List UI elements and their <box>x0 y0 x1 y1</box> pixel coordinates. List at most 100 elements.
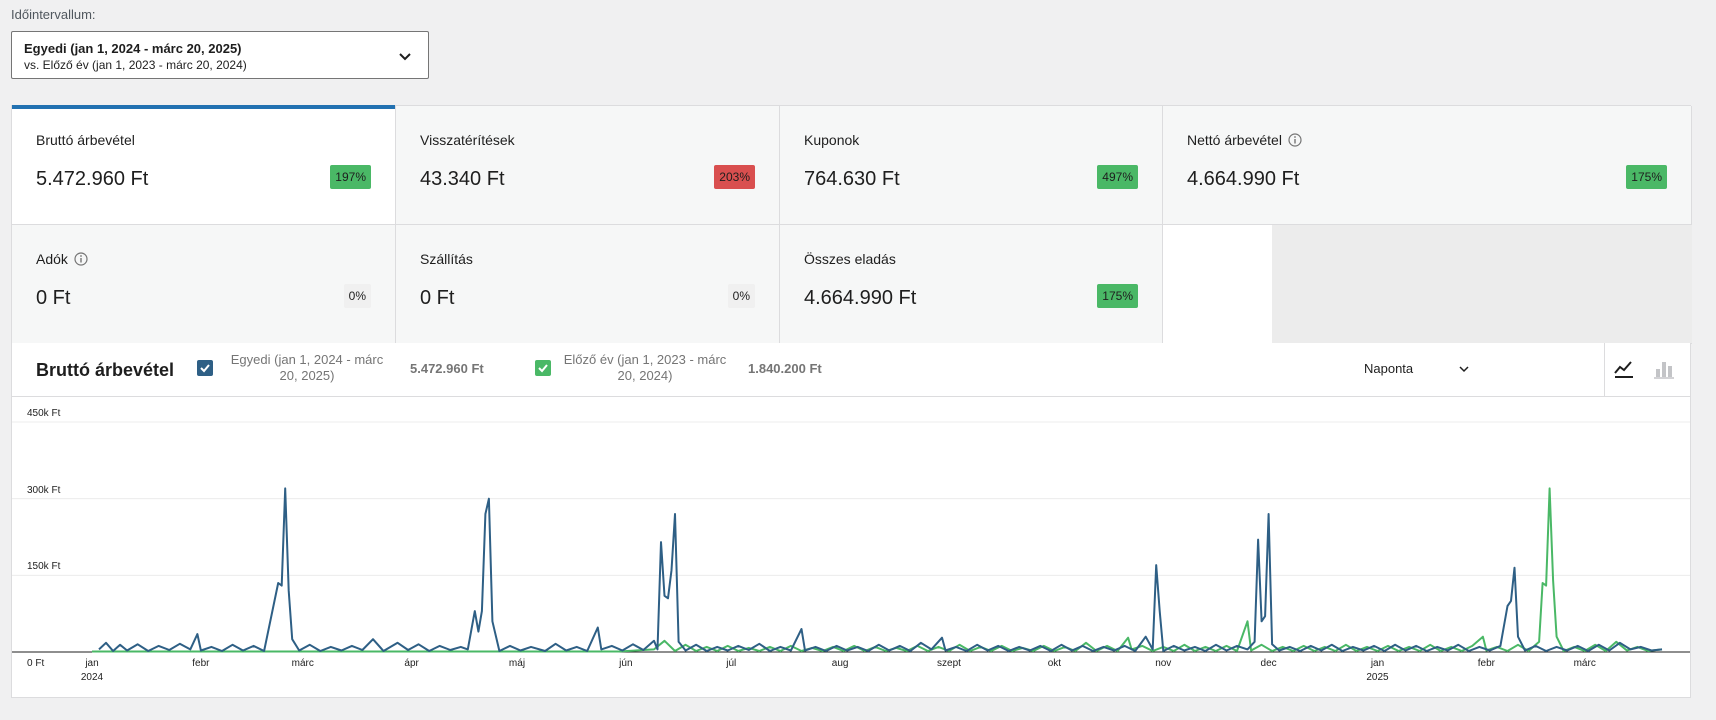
interval-select[interactable]: Naponta <box>1364 343 1605 396</box>
stat-label-text: Szállítás <box>420 251 473 267</box>
series-line-previous <box>92 487 1663 653</box>
x-tick-label: okt <box>1048 658 1061 669</box>
legend-total-previous: 1.840.200 Ft <box>748 360 822 376</box>
check-icon <box>200 364 210 373</box>
x-tick-month: jan <box>1370 658 1385 669</box>
x-tick-month: márc <box>1573 658 1596 669</box>
stat-delta-badge: 0% <box>343 284 371 308</box>
stat-tile[interactable]: Kuponok 764.630 Ft 497% <box>780 106 1163 225</box>
legend-checkbox-previous[interactable] <box>535 360 551 376</box>
stat-value: 0 Ft <box>420 287 455 309</box>
stat-tile[interactable]: Adók 0 Ft 0% <box>12 225 396 344</box>
chart-area: 0 Ft 150k Ft 300k Ft 450k Ft jan 2024 febr márc… <box>12 397 1690 697</box>
legend-label-previous: Előző év (jan 1, 2023 - márc 20, 2024) <box>563 352 727 383</box>
empty-tile <box>1272 225 1692 344</box>
legend-label-current: Egyedi (jan 1, 2024 - márc 20, 2025) <box>230 352 384 383</box>
stat-label-text: Kuponok <box>804 132 860 148</box>
stat-tile[interactable]: Nettó árbevétel 4.664.990 Ft 175% <box>1163 106 1692 225</box>
legend-item-previous[interactable]: Előző év (jan 1, 2023 - márc 20, 2024) 1… <box>535 352 822 384</box>
x-tick-month: febr <box>192 658 210 669</box>
check-icon <box>538 364 548 373</box>
stat-value: 764.630 Ft <box>804 168 900 190</box>
line-chart-icon[interactable] <box>1612 357 1636 381</box>
y-tick-label: 0 Ft <box>27 658 45 669</box>
stat-label: Kuponok <box>804 132 859 148</box>
stat-value: 4.664.990 Ft <box>804 287 917 309</box>
stat-label-text: Bruttó árbevétel <box>36 132 135 148</box>
x-tick-label: szept <box>937 658 961 669</box>
legend-item-current[interactable]: Egyedi (jan 1, 2024 - márc 20, 2025) 5.4… <box>197 352 484 384</box>
x-tick-month: ápr <box>404 658 419 669</box>
y-tick-label: 450k Ft <box>27 408 61 419</box>
x-tick-label: febr <box>1478 658 1495 669</box>
date-range-compare: vs. Előző év (jan 1, 2023 - márc 20, 202… <box>24 58 247 72</box>
x-tick-label: jan 2025 <box>1366 658 1388 683</box>
stat-label: Összes eladás <box>804 251 896 267</box>
x-tick-label: nov <box>1155 658 1171 669</box>
analytics-panel: Bruttó árbevétel 5.472.960 Ft 197% Visszaté… <box>11 105 1692 698</box>
stat-label-text: Adók <box>36 251 68 267</box>
stat-label: Bruttó árbevétel <box>36 132 135 148</box>
x-tick-month: dec <box>1260 658 1277 669</box>
stat-label: Szállítás <box>420 251 473 267</box>
x-tick-month: máj <box>508 658 526 669</box>
x-tick-month: jún <box>619 658 633 669</box>
x-tick-year: 2025 <box>1366 672 1389 683</box>
info-icon[interactable] <box>74 252 88 266</box>
x-tick-month: okt <box>1047 658 1062 669</box>
x-tick-label: dec <box>1261 658 1277 669</box>
stat-value: 0 Ft <box>36 287 71 309</box>
x-tick-label: aug <box>832 658 849 669</box>
chevron-down-icon <box>399 53 411 61</box>
date-range-label: Időintervallum: <box>11 7 96 22</box>
x-tick-label: máj <box>509 658 525 669</box>
series-line-current <box>98 487 1663 652</box>
stat-label-text: Visszatérítések <box>420 132 515 148</box>
legend-checkbox-current[interactable] <box>197 360 213 376</box>
x-tick-label: márc <box>292 658 314 669</box>
stat-delta-badge: 197% <box>330 165 371 189</box>
stat-value: 5.472.960 Ft <box>36 168 149 190</box>
stat-delta-badge: 0% <box>727 284 755 308</box>
chart-header: Bruttó árbevétel Egyedi (jan 1, 2024 - m… <box>12 343 1690 397</box>
stat-tile[interactable]: Bruttó árbevétel 5.472.960 Ft 197% <box>12 105 396 225</box>
stat-delta-badge: 175% <box>1626 165 1667 189</box>
stat-tile[interactable]: Visszatérítések 43.340 Ft 203% <box>396 106 780 225</box>
stat-delta-badge: 203% <box>714 165 755 189</box>
stat-label-text: Összes eladás <box>804 251 896 267</box>
legend-total-current: 5.472.960 Ft <box>410 360 484 376</box>
x-tick-month: szept <box>937 658 961 669</box>
x-tick-label: ápr <box>404 658 418 669</box>
x-tick-month: márc <box>291 658 314 669</box>
y-tick-label: 150k Ft <box>27 561 61 573</box>
stat-label-text: Nettó árbevétel <box>1187 132 1282 148</box>
date-range-selector[interactable]: Egyedi (jan 1, 2024 - márc 20, 2025) vs.… <box>11 31 429 79</box>
stat-value: 4.664.990 Ft <box>1187 168 1300 190</box>
x-tick-month: aug <box>831 658 849 669</box>
chart-title: Bruttó árbevétel <box>36 360 175 380</box>
date-range-primary: Egyedi (jan 1, 2024 - márc 20, 2025) <box>24 41 242 56</box>
stat-label: Nettó árbevétel <box>1187 132 1302 148</box>
x-tick-label: márc <box>1574 658 1596 669</box>
stat-label: Adók <box>36 251 88 267</box>
x-tick-label: júl <box>726 658 736 669</box>
stat-delta-badge: 175% <box>1097 284 1138 308</box>
stat-tile[interactable]: Szállítás 0 Ft 0% <box>396 225 780 344</box>
x-tick-year: 2024 <box>80 672 104 683</box>
stat-value: 43.340 Ft <box>420 168 505 190</box>
chevron-down-icon <box>1459 366 1469 373</box>
x-tick-label: jún <box>619 658 632 669</box>
x-tick-label: jan 2024 <box>81 658 103 683</box>
stat-label: Visszatérítések <box>420 132 515 148</box>
x-tick-month: jan <box>85 658 99 669</box>
y-tick-label: 300k Ft <box>27 484 61 496</box>
info-icon[interactable] <box>1288 133 1302 147</box>
x-tick-month: júl <box>726 658 737 669</box>
line-chart <box>12 421 1690 653</box>
x-tick-month: nov <box>1155 658 1172 669</box>
x-tick-label: febr <box>192 658 209 669</box>
x-tick-month: febr <box>1477 658 1495 669</box>
bar-chart-icon[interactable] <box>1652 357 1676 381</box>
stat-tile[interactable]: Összes eladás 4.664.990 Ft 175% <box>780 225 1163 344</box>
stat-delta-badge: 497% <box>1097 165 1138 189</box>
